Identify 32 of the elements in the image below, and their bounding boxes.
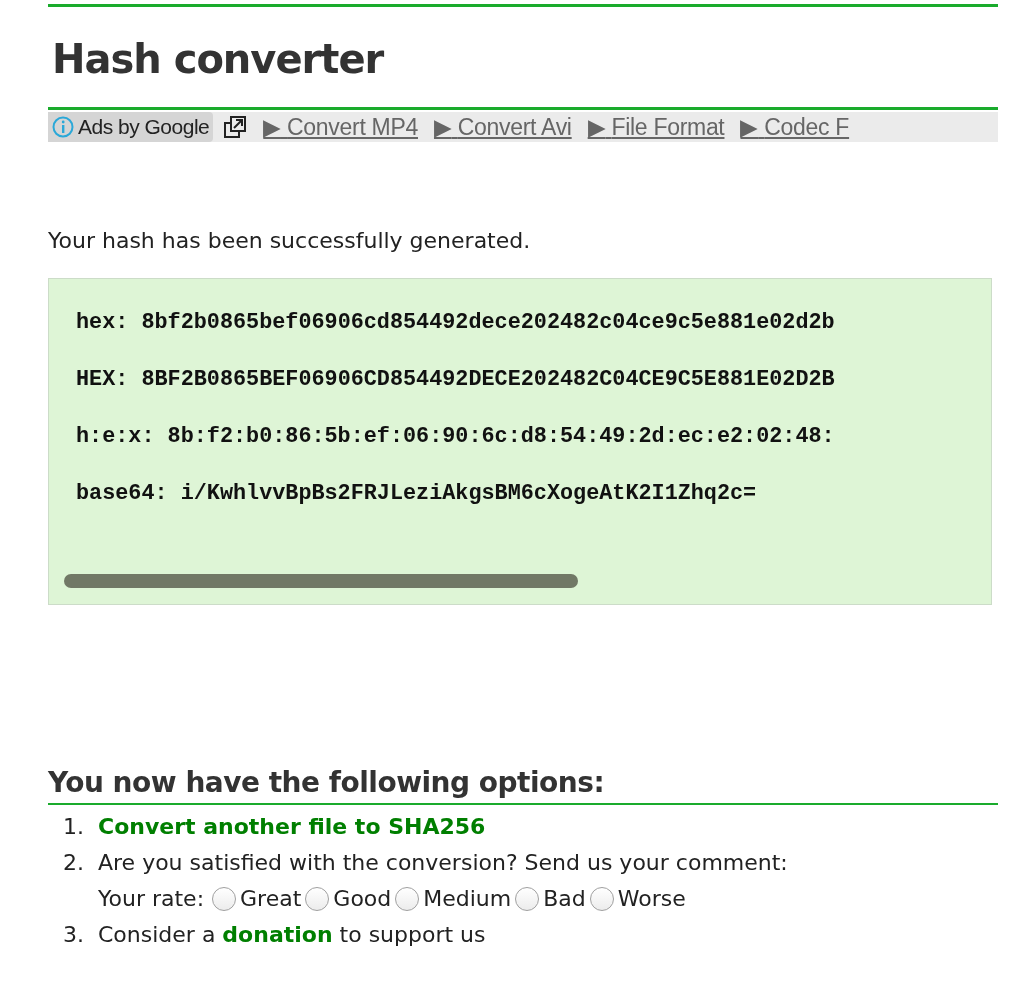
list-number: 3. xyxy=(62,921,85,949)
external-link-icon[interactable] xyxy=(223,115,248,139)
ad-link[interactable]: ▶ Convert MP4 xyxy=(263,112,418,142)
radio-button[interactable] xyxy=(589,887,614,911)
hash-line: base64: i/KwhlvvBpBs2FRJLeziAkgsBM6cXogeAtK2I1Zhq2c= xyxy=(76,480,758,508)
list-number: 2. xyxy=(62,849,85,877)
success-message: Your hash has been successfully generated. xyxy=(48,227,532,255)
option-text: Are you satisfied with the conversion? Send us your comment: xyxy=(98,849,788,877)
hash-line: HEX: 8BF2B0865BEF06906CD854492DECE202482C04CE9C5E881E02D2B xyxy=(76,366,836,394)
radio-button[interactable] xyxy=(515,887,540,911)
hash-line: hex: 8bf2b0865bef06906cd854492dece202482c04ce9c5e881e02d2b xyxy=(76,309,836,337)
radio-button[interactable] xyxy=(305,887,330,911)
ad-link[interactable]: ▶ Codec F xyxy=(740,112,850,142)
ad-link[interactable]: ▶ Convert Avi xyxy=(434,112,572,142)
radio-button[interactable] xyxy=(212,887,237,911)
rate-label: Your rate: xyxy=(98,885,205,913)
option-text: Consider a donation to support us xyxy=(98,921,486,949)
radio-label: Good xyxy=(333,885,392,913)
radio-label: Bad xyxy=(543,885,586,913)
list-number: 1. xyxy=(62,813,85,841)
donation-link[interactable]: donation xyxy=(222,922,333,947)
page-title: Hash converter xyxy=(52,35,385,83)
convert-link[interactable]: Convert another file to SHA256 xyxy=(98,809,486,845)
options-heading: You now have the following options: xyxy=(48,765,606,801)
ad-link[interactable]: ▶ File Format xyxy=(587,112,725,142)
radio-label: Worse xyxy=(617,885,686,913)
hash-line: h:e:x: 8b:f2:b0:86:5b:ef:06:90:6c:d8:54:49:2d:ec:e2:02:48: xyxy=(76,423,836,451)
radio-label: Great xyxy=(240,885,302,913)
radio-button[interactable] xyxy=(395,887,420,911)
radio-label: Medium xyxy=(423,885,512,913)
info-icon[interactable] xyxy=(52,116,74,138)
scrollbar-thumb[interactable] xyxy=(64,574,578,588)
